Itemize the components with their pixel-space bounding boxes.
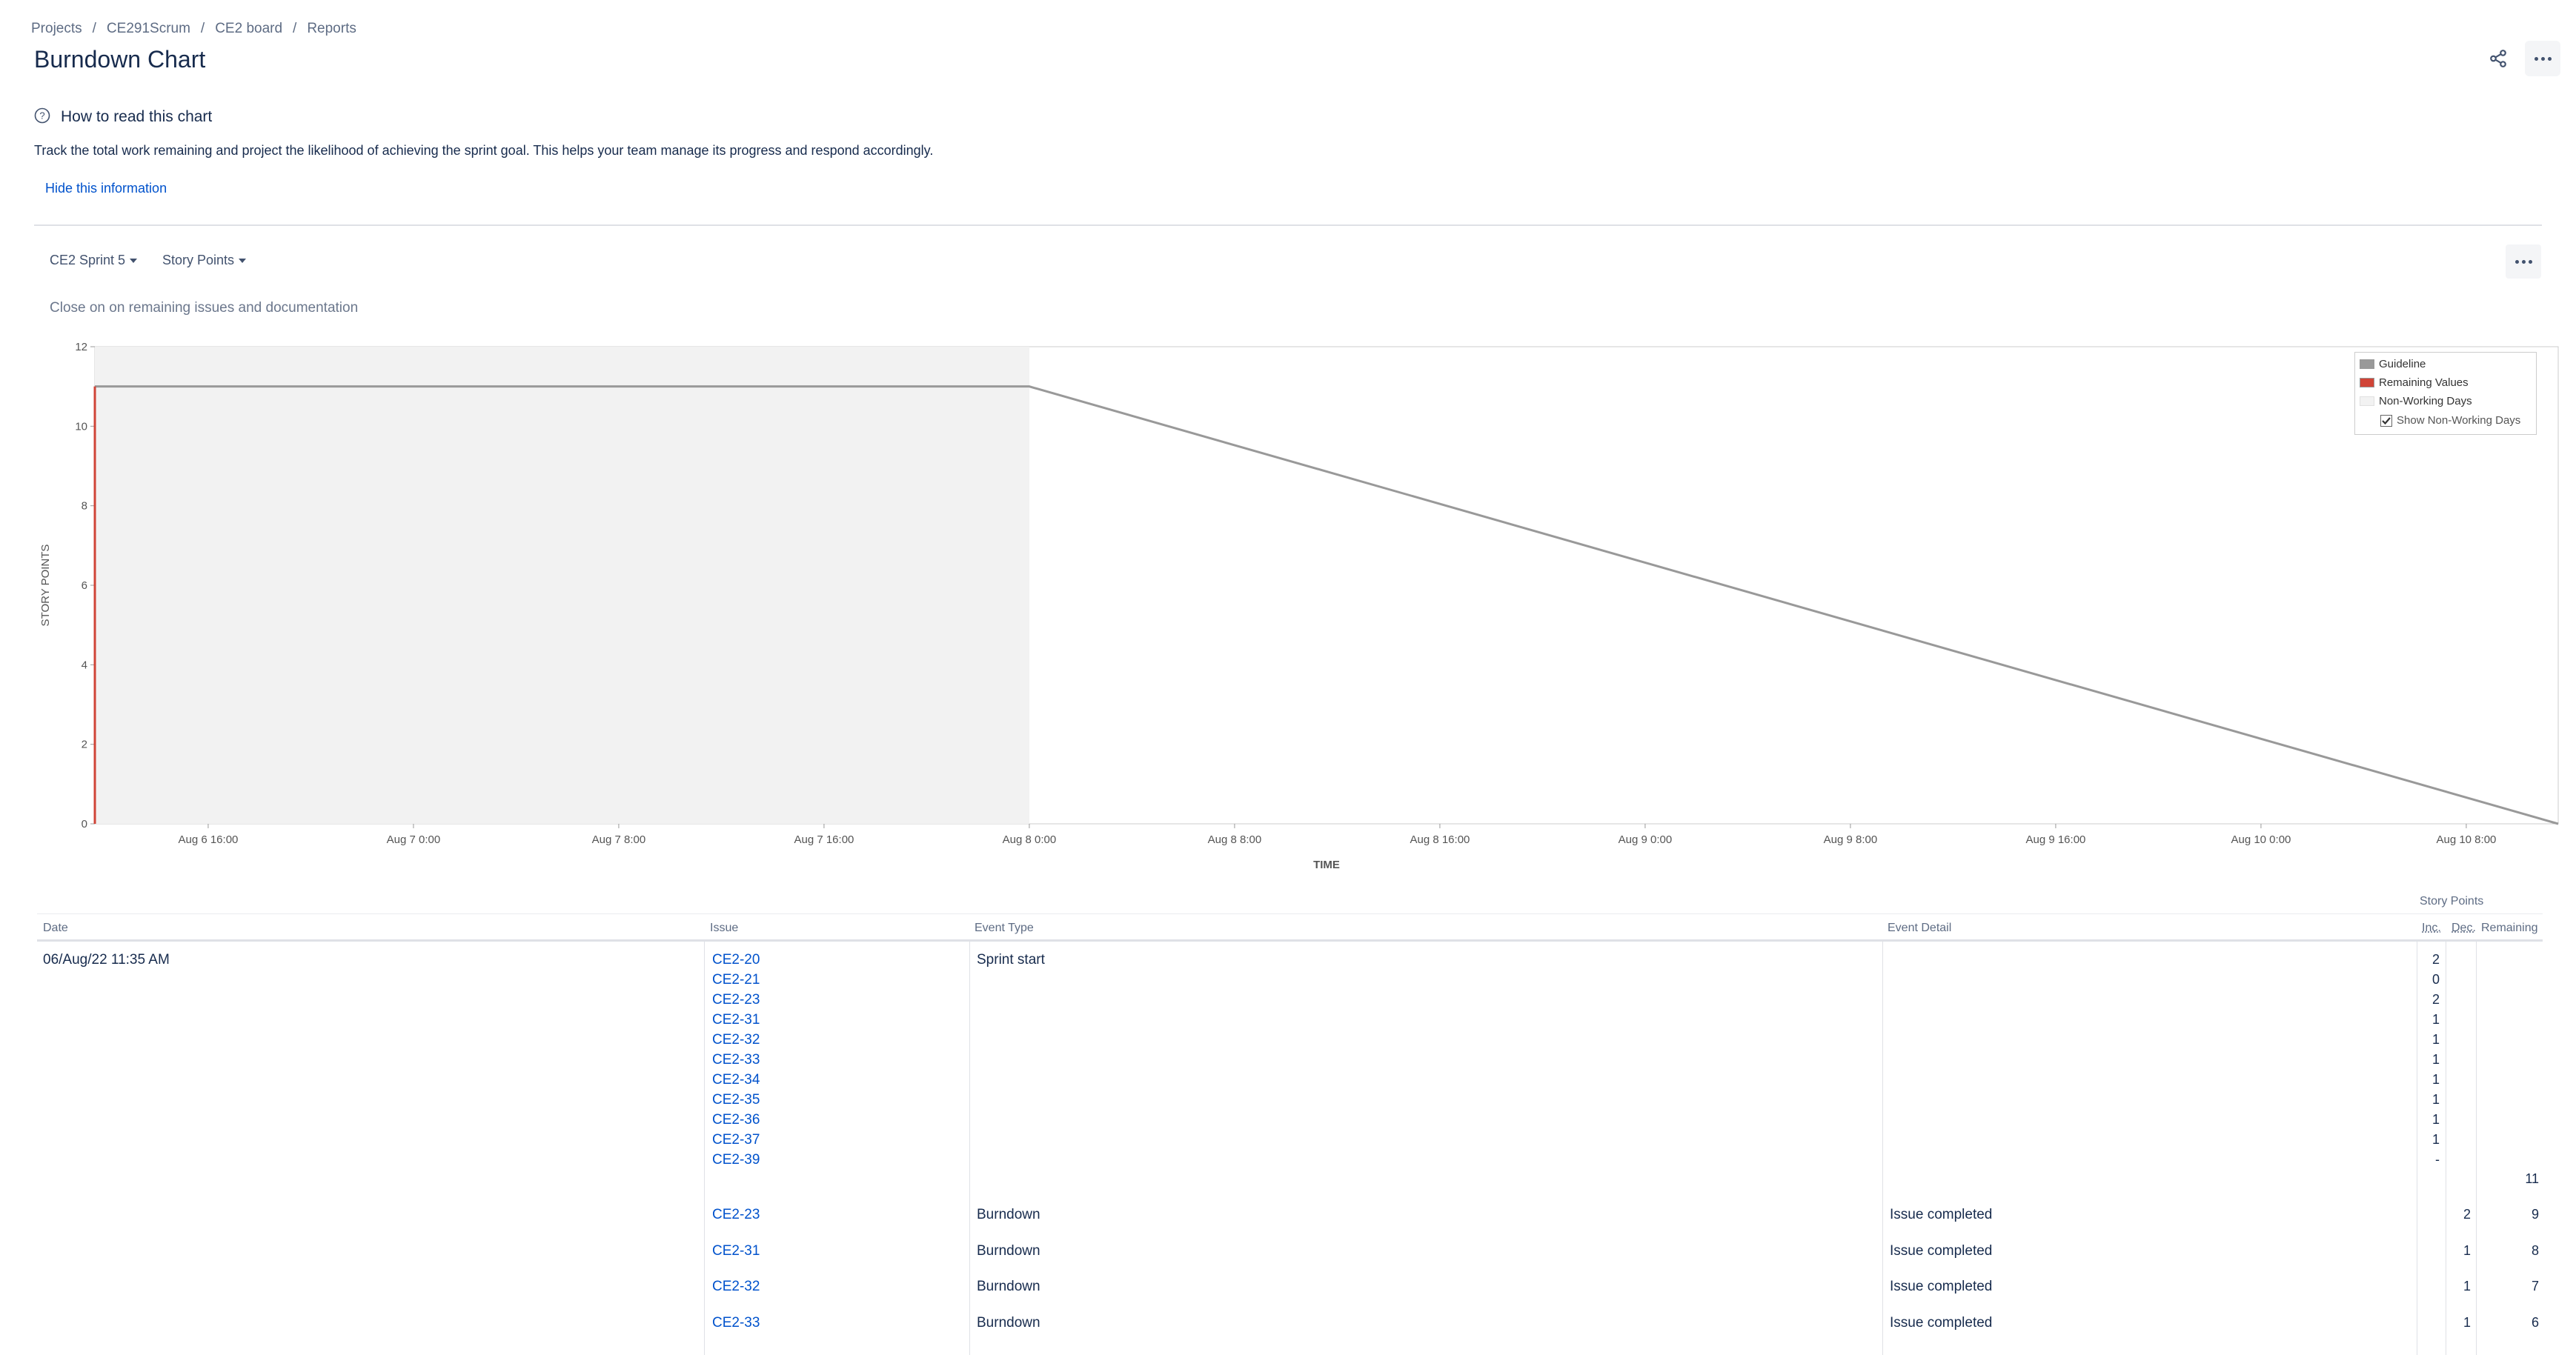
- y-axis-title: STORY POINTS: [39, 545, 52, 627]
- issue-link[interactable]: CE2-39: [712, 1152, 760, 1168]
- table-cell-decrease: 1: [2463, 1242, 2471, 1258]
- y-tick-label: 12: [75, 341, 87, 353]
- legend-item-guideline: Guideline: [2360, 358, 2426, 370]
- column-divider: [969, 942, 970, 1355]
- y-tick-label: 2: [82, 739, 87, 751]
- x-tick-label: Aug 6 16:00: [178, 833, 238, 846]
- table-cell-event-detail: Issue completed: [1890, 1279, 1993, 1294]
- table-header-top-rule: [37, 913, 2543, 914]
- x-tick-label: Aug 7 8:00: [592, 833, 646, 846]
- show-non-working-days-label: Show Non-Working Days: [2397, 414, 2521, 427]
- legend-label: Remaining Values: [2379, 376, 2469, 389]
- issue-link[interactable]: CE2-31: [712, 1012, 760, 1028]
- table-cell-remaining: 6: [2531, 1314, 2539, 1330]
- chart-legend: Guideline Remaining Values Non-Working D…: [2354, 352, 2537, 435]
- table-cell-remaining: 9: [2531, 1207, 2539, 1222]
- issue-link[interactable]: CE2-34: [712, 1072, 760, 1088]
- table-cell-increase: -: [2435, 1152, 2440, 1167]
- issue-link[interactable]: CE2-35: [712, 1092, 760, 1108]
- issue-link[interactable]: CE2-33: [712, 1315, 760, 1331]
- column-header-remaining: Remaining: [2481, 922, 2538, 934]
- issue-link[interactable]: CE2-23: [712, 1207, 760, 1223]
- legend-label: Guideline: [2379, 358, 2426, 370]
- column-header-increase: Inc.: [2422, 922, 2441, 934]
- table-cell-date: 06/Aug/22 11:35 AM: [43, 952, 170, 968]
- column-divider: [2476, 942, 2477, 1355]
- table-cell-remaining: 8: [2531, 1242, 2539, 1258]
- burndown-chart: 0 2 4 6 8 10 12 Aug 6 16:00 Aug 7 0:00 Aug 7 8:00…: [39, 341, 2559, 871]
- x-tick-label: Aug 9 16:00: [2025, 833, 2085, 846]
- x-tick-label: Aug 7 0:00: [387, 833, 441, 846]
- non-working-swatch: [2360, 396, 2374, 406]
- table-header-rule: [37, 939, 2543, 942]
- table-cell-remaining: 11: [2525, 1171, 2539, 1186]
- table-cell-event-detail: Issue completed: [1890, 1314, 1993, 1331]
- story-points-group-header: Story Points: [2420, 895, 2484, 908]
- remaining-swatch: [2360, 378, 2374, 387]
- column-divider: [704, 942, 705, 1355]
- column-divider: [1882, 942, 1883, 1355]
- table-cell-increase: 1: [2431, 1052, 2440, 1067]
- table-cell-event-type: Sprint start: [977, 952, 1045, 968]
- table-cell-remaining: 7: [2531, 1279, 2539, 1294]
- x-tick-label: Aug 10 8:00: [2436, 833, 2496, 846]
- issue-link[interactable]: CE2-32: [712, 1279, 760, 1295]
- non-working-band: [95, 347, 1029, 824]
- y-tick-label: 8: [82, 500, 87, 513]
- issue-link[interactable]: CE2-23: [712, 992, 760, 1008]
- table-cell-increase: 2: [2431, 952, 2440, 967]
- x-tick-label: Aug 10 0:00: [2231, 833, 2291, 846]
- table-cell-event-type: Burndown: [977, 1314, 1040, 1331]
- column-header-issue: Issue: [710, 922, 739, 934]
- table-cell-increase: 0: [2431, 972, 2440, 987]
- column-header-decrease: Dec.: [2451, 922, 2476, 934]
- column-header-date: Date: [43, 922, 68, 934]
- legend-item-remaining: Remaining Values: [2360, 376, 2469, 389]
- table-cell-increase: 2: [2431, 992, 2440, 1007]
- table-cell-decrease: 1: [2463, 1279, 2471, 1294]
- y-tick-label: 10: [75, 420, 87, 433]
- x-tick-label: Aug 7 16:00: [794, 833, 854, 846]
- table-cell-increase: 1: [2431, 1112, 2440, 1127]
- y-tick-label: 6: [82, 579, 87, 592]
- y-tick-label: 4: [82, 659, 87, 671]
- x-tick-label: Aug 8 0:00: [1003, 833, 1057, 846]
- legend-item-non-working: Non-Working Days: [2360, 395, 2472, 407]
- issue-link[interactable]: CE2-33: [712, 1052, 760, 1068]
- issue-link[interactable]: CE2-32: [712, 1032, 760, 1048]
- x-tick-label: Aug 9 0:00: [1619, 833, 1673, 846]
- table-cell-event-detail: Issue completed: [1890, 1207, 1993, 1222]
- issue-link[interactable]: CE2-20: [712, 952, 760, 968]
- table-cell-increase: 1: [2431, 1092, 2440, 1107]
- show-non-working-days-toggle[interactable]: Show Non-Working Days: [2380, 414, 2520, 427]
- x-axis-title: TIME: [1313, 859, 1340, 871]
- table-cell-event-type: Burndown: [977, 1207, 1040, 1222]
- table-cell-decrease: 2: [2463, 1207, 2471, 1222]
- y-tick-label: 0: [82, 818, 87, 830]
- table-cell-increase: 1: [2431, 1012, 2440, 1027]
- table-cell-increase: 1: [2431, 1072, 2440, 1087]
- checkbox-checked-icon[interactable]: [2380, 414, 2392, 427]
- x-tick-label: Aug 8 8:00: [1208, 833, 1262, 846]
- column-header-event-type: Event Type: [975, 922, 1034, 934]
- issue-link[interactable]: CE2-36: [712, 1112, 760, 1128]
- table-cell-event-type: Burndown: [977, 1279, 1040, 1294]
- table-cell-event-detail: Issue completed: [1890, 1242, 1993, 1259]
- table-cell-increase: 1: [2431, 1132, 2440, 1147]
- table-cell-increase: 1: [2431, 1032, 2440, 1047]
- x-tick-label: Aug 9 8:00: [1824, 833, 1878, 846]
- x-tick-label: Aug 8 16:00: [1410, 833, 1470, 846]
- guideline-swatch: [2360, 359, 2374, 369]
- issue-link[interactable]: CE2-31: [712, 1243, 760, 1259]
- legend-label: Non-Working Days: [2379, 395, 2472, 407]
- table-cell-decrease: 1: [2463, 1314, 2471, 1330]
- issue-link[interactable]: CE2-37: [712, 1132, 760, 1148]
- table-cell-event-type: Burndown: [977, 1242, 1040, 1259]
- column-header-event-detail: Event Detail: [1888, 922, 1952, 934]
- issue-link[interactable]: CE2-21: [712, 972, 760, 988]
